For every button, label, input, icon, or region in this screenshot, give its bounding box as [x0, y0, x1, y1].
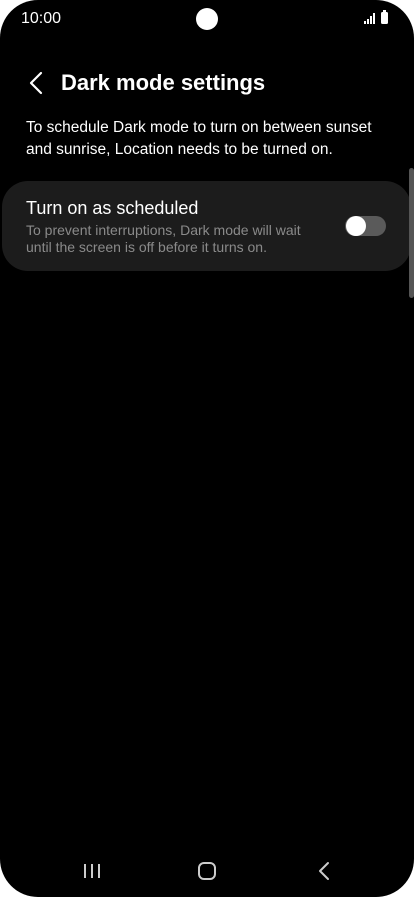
scrollbar[interactable]: [409, 168, 414, 298]
toggle-knob: [346, 216, 366, 236]
turn-on-as-scheduled-setting[interactable]: Turn on as scheduled To prevent interrup…: [2, 181, 411, 271]
setting-description: To prevent interruptions, Dark mode will…: [26, 222, 301, 255]
location-info-text: To schedule Dark mode to turn on between…: [26, 119, 372, 158]
status-bar: 10:00: [0, 0, 414, 40]
phone-screen: 10:00 Dark mode settings To schedule Dar…: [0, 0, 414, 897]
status-time: 10:00: [21, 10, 62, 27]
schedule-toggle[interactable]: [345, 216, 386, 236]
home-icon: [198, 862, 216, 880]
page-title: Dark mode settings: [61, 70, 266, 95]
signal-icon: [364, 13, 375, 24]
back-icon: [319, 862, 329, 880]
battery-icon: [381, 10, 388, 24]
recent-apps-button[interactable]: [72, 853, 112, 889]
navigation-bar: [0, 845, 414, 897]
setting-title: Turn on as scheduled: [26, 198, 199, 218]
recent-apps-icon: [84, 864, 100, 878]
chevron-left-icon: [29, 71, 43, 95]
nav-back-button[interactable]: [304, 853, 344, 889]
camera-cutout: [196, 8, 218, 30]
home-button[interactable]: [187, 853, 227, 889]
back-button[interactable]: [20, 66, 52, 100]
